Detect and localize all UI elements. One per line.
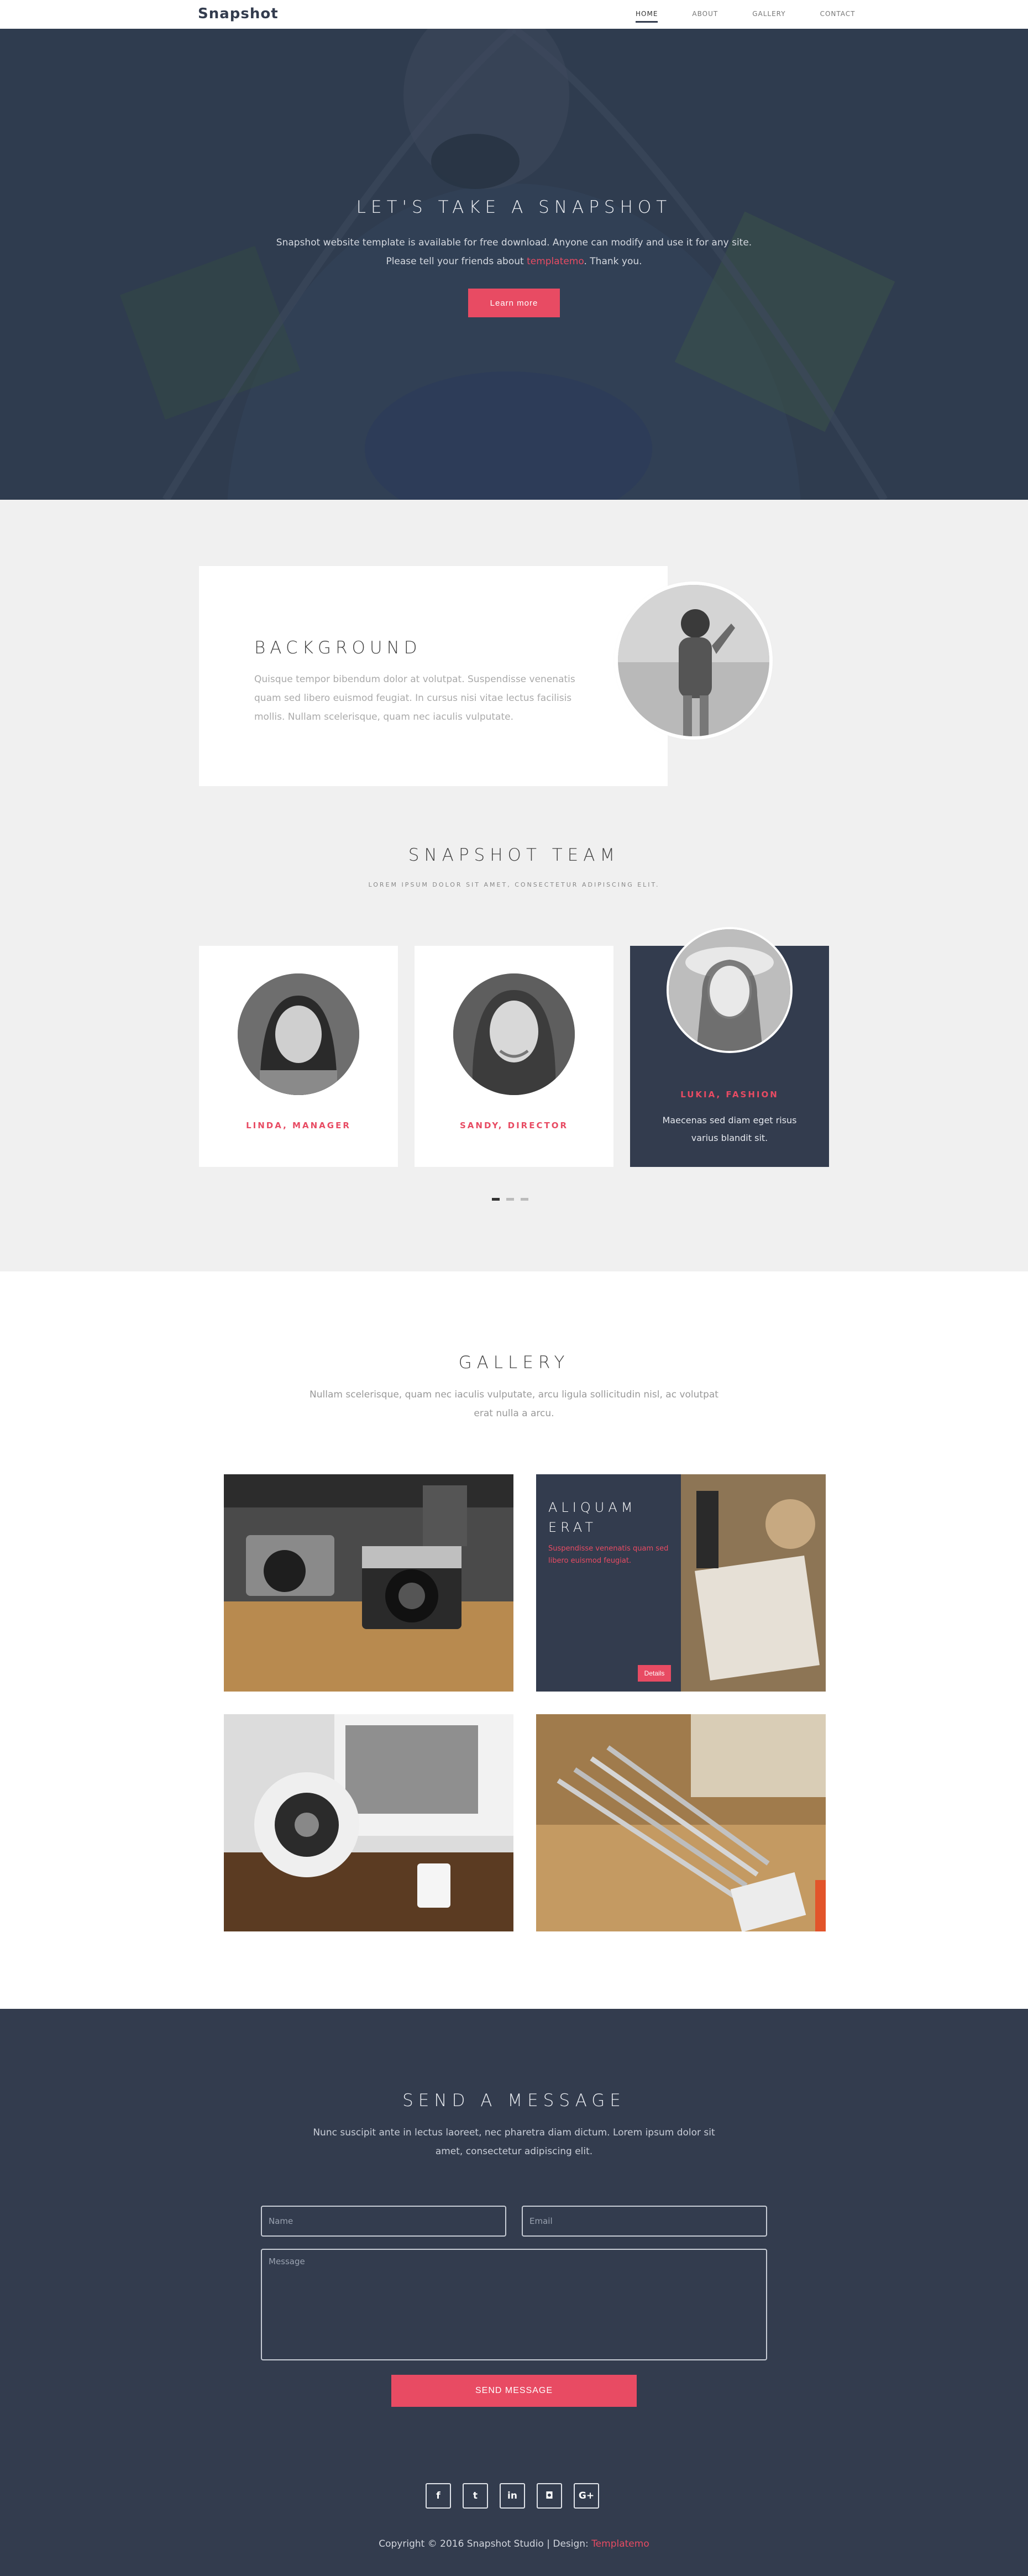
background-title: BACKGROUND: [254, 638, 422, 658]
linda-name: LINDA, MANAGER: [246, 1121, 351, 1130]
nav-link-contact[interactable]: CONTACT: [820, 10, 856, 23]
gallery-overlay: ALIQUAM ERAT Suspendisse venenatis quam …: [536, 1474, 681, 1692]
gallery-overlay-text: Suspendisse venenatis quam sed libero eu…: [548, 1544, 669, 1565]
nav-link-about[interactable]: ABOUT: [692, 10, 718, 23]
gallery-title: GALLERY: [458, 1353, 570, 1373]
team-card-sandy[interactable]: SANDY, DIRECTOR: [415, 946, 613, 1167]
send-message-button[interactable]: SEND MESSAGE: [391, 2375, 637, 2407]
lukia-name: LUKIA, FASHION: [680, 1090, 779, 1099]
background-text: Quisque tempor bibendum dolor at volutpa…: [254, 674, 575, 722]
lukia-avatar: [669, 929, 790, 1051]
hero-line-1: Snapshot website template is available f…: [276, 237, 752, 248]
team-card-linda[interactable]: LINDA, MANAGER: [199, 946, 398, 1167]
carousel-dot-2[interactable]: [506, 1198, 514, 1201]
email-field[interactable]: [522, 2206, 767, 2237]
contact-section: SEND A MESSAGE Nunc suscipit ante in lec…: [0, 2009, 1028, 2576]
social-links: f t in ◘ G+: [426, 2483, 599, 2509]
gallery-item-pens[interactable]: [536, 1714, 826, 1931]
top-navbar: Snapshot HOME ABOUT GALLERY CONTACT: [0, 0, 1028, 29]
gallery-item-speaker[interactable]: [224, 1714, 513, 1931]
hero-templatemo-link[interactable]: templatemo: [527, 256, 584, 267]
sandy-avatar: [453, 973, 575, 1095]
nav-link-home[interactable]: HOME: [636, 10, 658, 23]
message-field[interactable]: [261, 2249, 767, 2360]
linkedin-icon[interactable]: in: [500, 2483, 525, 2509]
hero-line-2-end: . Thank you.: [584, 256, 642, 267]
gallery-item-featured[interactable]: ALIQUAM ERAT Suspendisse venenatis quam …: [536, 1474, 826, 1692]
carousel-dot-3[interactable]: [521, 1198, 528, 1201]
nav-link-gallery[interactable]: GALLERY: [752, 10, 785, 23]
nav-links: HOME ABOUT GALLERY CONTACT: [636, 10, 889, 23]
gallery-text: Nullam scelerisque, quam nec iaculis vul…: [310, 1389, 718, 1419]
team-card-lukia[interactable]: LUKIA, FASHION Maecenas sed diam eget ri…: [630, 929, 829, 1167]
hero-description: Snapshot website template is available f…: [238, 233, 790, 271]
hero-line-2-text: Please tell your friends about: [386, 256, 527, 267]
gallery-overlay-title: ALIQUAM ERAT: [548, 1500, 637, 1535]
team-subtitle: LOREM IPSUM DOLOR SIT AMET, CONSECTETUR …: [368, 881, 660, 888]
background-card: BACKGROUND Quisque tempor bibendum dolor…: [199, 566, 668, 786]
carousel-dots: [492, 1198, 528, 1201]
hero-section: LET'S TAKE A SNAPSHOT Snapshot website t…: [0, 29, 1028, 500]
details-button[interactable]: Details: [638, 1665, 671, 1682]
sandy-name: SANDY, DIRECTOR: [460, 1121, 568, 1130]
contact-title: SEND A MESSAGE: [402, 2091, 626, 2111]
linda-avatar: [238, 973, 359, 1095]
facebook-icon[interactable]: f: [426, 2483, 451, 2509]
lukia-description: Maecenas sed diam eget risus varius blan…: [662, 1115, 797, 1143]
hero-line-2: Please tell your friends about templatem…: [238, 252, 790, 271]
about-section: BACKGROUND Quisque tempor bibendum dolor…: [0, 500, 1028, 1271]
instagram-icon[interactable]: ◘: [537, 2483, 562, 2509]
background-photo: [618, 585, 769, 736]
carousel-dot-1[interactable]: [492, 1198, 500, 1201]
team-title: SNAPSHOT TEAM: [408, 845, 620, 865]
copyright-text: Copyright © 2016 Snapshot Studio | Desig…: [379, 2538, 592, 2549]
hero-title: LET'S TAKE A SNAPSHOT: [356, 197, 672, 217]
google-plus-icon[interactable]: G+: [574, 2483, 599, 2509]
brand-logo[interactable]: Snapshot: [198, 6, 279, 22]
twitter-icon[interactable]: t: [463, 2483, 488, 2509]
learn-more-button[interactable]: Learn more: [468, 289, 560, 317]
gallery-section: GALLERY Nullam scelerisque, quam nec iac…: [0, 1271, 1028, 2009]
name-field[interactable]: [261, 2206, 506, 2237]
templatemo-link[interactable]: Templatemo: [591, 2538, 649, 2549]
gallery-item-cameras[interactable]: [224, 1474, 513, 1692]
copyright: Copyright © 2016 Snapshot Studio | Desig…: [0, 2538, 1028, 2549]
contact-text: Nunc suscipit ante in lectus laoreet, ne…: [313, 2127, 715, 2157]
